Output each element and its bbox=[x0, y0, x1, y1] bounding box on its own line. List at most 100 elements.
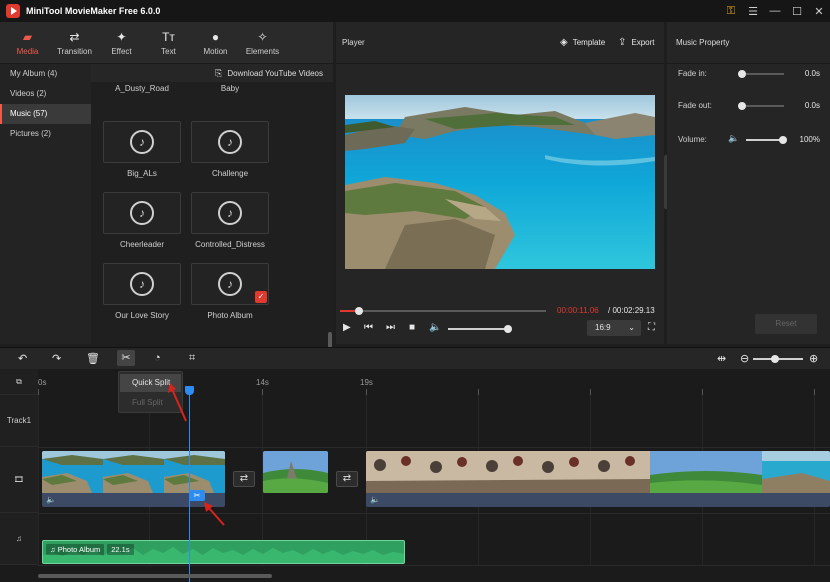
sidebar-item-pictures[interactable]: Pictures (2) bbox=[0, 124, 91, 144]
sidebar-item-my-album[interactable]: My Album (4) bbox=[0, 64, 91, 84]
media-panel: ▰ Media ⇄ Transition ✦ Effect Tт Text ● Motio… bbox=[0, 22, 333, 364]
volume-slider-handle[interactable] bbox=[504, 325, 512, 333]
playback-progress[interactable]: 00:00:11.06 / 00:02:29.13 bbox=[340, 306, 660, 316]
progress-handle[interactable] bbox=[354, 307, 363, 315]
music-item-label: Our Love Story bbox=[115, 311, 169, 320]
music-item-label: Challenge bbox=[211, 169, 249, 178]
timeline-scrollbar[interactable] bbox=[38, 574, 272, 578]
next-frame-icon[interactable]: ⏭ bbox=[386, 322, 395, 333]
property-title: Music Property bbox=[667, 22, 830, 64]
music-item[interactable]: ♪ Big_ALs bbox=[103, 121, 181, 178]
music-track-icon: ♫ bbox=[16, 534, 22, 543]
layers-icon: ◈ bbox=[560, 37, 568, 48]
add-track-button[interactable]: ⧉ bbox=[0, 369, 38, 395]
volume-handle[interactable] bbox=[779, 136, 787, 144]
player-panel: Player ◈ Template ⇪ Export 00:00:11.06 /… bbox=[336, 22, 664, 344]
play-icon[interactable]: ▶ bbox=[343, 322, 351, 333]
split-marker[interactable]: ✂ bbox=[189, 490, 205, 501]
music-item-selected[interactable]: ♪ ✓ Photo Album bbox=[191, 263, 269, 320]
transition-slot[interactable]: ⇄ bbox=[336, 471, 358, 487]
playhead-handle[interactable] bbox=[185, 386, 194, 395]
split-icon[interactable]: ✂ bbox=[117, 350, 135, 366]
player-title: Player bbox=[342, 38, 365, 47]
zoom-out-icon[interactable]: ⊖ bbox=[740, 352, 749, 365]
music-item-label: Cheerleader bbox=[119, 240, 165, 249]
image-clip[interactable] bbox=[263, 451, 328, 493]
tab-motion[interactable]: ● Motion bbox=[192, 22, 239, 63]
full-split-option[interactable]: Full Split bbox=[120, 394, 181, 412]
music-track-header: ♫ bbox=[0, 513, 38, 565]
fade-out-handle[interactable] bbox=[738, 102, 746, 110]
export-icon: ⇪ bbox=[618, 37, 627, 48]
aspect-ratio-select[interactable]: 16:9 ⌄ bbox=[587, 320, 641, 336]
volume-row: Volume: 🔈 100% bbox=[678, 133, 820, 144]
tab-effect[interactable]: ✦ Effect bbox=[98, 22, 145, 63]
audio-clip[interactable]: ♫ Photo Album 22.1s bbox=[42, 540, 405, 564]
delete-icon[interactable]: 🗑 bbox=[86, 352, 100, 365]
add-track-icon: ⧉ bbox=[16, 376, 22, 386]
volume-icon[interactable]: 🔈 bbox=[429, 322, 441, 333]
music-thumbnail: ♪ bbox=[191, 121, 269, 163]
window-controls: ⚿ ☰ — ☐ ✕ bbox=[720, 0, 830, 22]
transition-slot[interactable]: ⇄ bbox=[233, 471, 255, 487]
previous-frame-icon[interactable]: ⏮ bbox=[364, 322, 373, 333]
music-item[interactable]: ♪ Cheerleader bbox=[103, 192, 181, 249]
tab-media[interactable]: ▰ Media bbox=[4, 22, 51, 63]
clip-thumbnails bbox=[42, 451, 225, 493]
zoom-in-icon[interactable]: ⊕ bbox=[809, 352, 818, 365]
video-preview bbox=[345, 95, 655, 269]
key-icon[interactable]: ⚿ bbox=[720, 5, 742, 18]
crop-icon[interactable]: ⌗ bbox=[189, 352, 195, 365]
music-note-icon: ♪ bbox=[218, 272, 242, 296]
player-header: Player bbox=[336, 22, 664, 64]
clip-volume-icon: 🔈 bbox=[46, 495, 56, 504]
music-item-label: Baby bbox=[220, 84, 240, 93]
media-sidebar: My Album (4) Videos (2) Music (57) Pictu… bbox=[0, 64, 91, 344]
template-button[interactable]: ◈ Template bbox=[560, 37, 605, 48]
redo-icon[interactable]: ↷ bbox=[52, 352, 61, 365]
music-item[interactable]: ♪ Challenge bbox=[191, 121, 269, 178]
download-youtube-button[interactable]: ⎘ Download YouTube Videos bbox=[91, 64, 333, 82]
undo-icon[interactable]: ↶ bbox=[18, 352, 27, 365]
title-bar: MiniTool MovieMaker Free 6.0.0 ⚿ ☰ — ☐ ✕ bbox=[0, 0, 830, 22]
fullscreen-icon[interactable]: ⛶ bbox=[648, 322, 655, 333]
speed-icon[interactable]: ◔ bbox=[154, 352, 161, 364]
app-logo-icon bbox=[6, 4, 20, 18]
playhead[interactable] bbox=[189, 386, 190, 582]
stop-icon[interactable]: ■ bbox=[409, 322, 415, 333]
music-note-icon: ♪ bbox=[218, 201, 242, 225]
maximize-icon[interactable]: ☐ bbox=[786, 5, 808, 18]
music-thumbnail: ♪ bbox=[103, 263, 181, 305]
export-button[interactable]: ⇪ Export bbox=[618, 37, 655, 48]
tab-transition[interactable]: ⇄ Transition bbox=[51, 22, 98, 63]
music-item[interactable]: ♪ Our Love Story bbox=[103, 263, 181, 320]
reset-button[interactable]: Reset bbox=[755, 314, 817, 334]
music-note-icon: ♪ bbox=[218, 130, 242, 154]
sidebar-item-videos[interactable]: Videos (2) bbox=[0, 84, 91, 104]
zoom-slider-handle[interactable] bbox=[771, 355, 779, 363]
swap-icon: ⇄ bbox=[239, 473, 249, 484]
volume-slider-track[interactable] bbox=[448, 328, 508, 330]
text-icon: Tт bbox=[162, 29, 175, 44]
fit-timeline-icon[interactable]: ⇹ bbox=[717, 352, 726, 365]
sidebar-item-music[interactable]: Music (57) bbox=[0, 104, 91, 124]
fade-out-row: Fade out: 0.0s bbox=[678, 101, 820, 110]
music-item-label: Controlled_Distress bbox=[195, 240, 265, 249]
minimize-icon[interactable]: — bbox=[764, 5, 786, 17]
quick-split-option[interactable]: Quick Split bbox=[120, 374, 181, 392]
elements-icon: ✧ bbox=[257, 29, 268, 44]
clip-volume-icon: 🔈 bbox=[370, 495, 380, 504]
video-clip[interactable]: 🔈 bbox=[366, 451, 830, 507]
menu-icon[interactable]: ☰ bbox=[742, 5, 764, 18]
audio-clip-label: ♫ Photo Album 22.1s bbox=[46, 544, 134, 555]
music-item-label: Photo Album bbox=[207, 311, 253, 320]
music-note-icon: ♪ bbox=[130, 130, 154, 154]
music-item[interactable]: ♪ Controlled_Distress bbox=[191, 192, 269, 249]
music-note-icon: ♪ bbox=[130, 272, 154, 296]
tab-text[interactable]: Tт Text bbox=[145, 22, 192, 63]
effect-icon: ✦ bbox=[116, 29, 127, 44]
tab-elements[interactable]: ✧ Elements bbox=[239, 22, 286, 63]
close-icon[interactable]: ✕ bbox=[808, 5, 830, 18]
media-icon: ▰ bbox=[22, 29, 33, 44]
fade-in-handle[interactable] bbox=[738, 70, 746, 78]
